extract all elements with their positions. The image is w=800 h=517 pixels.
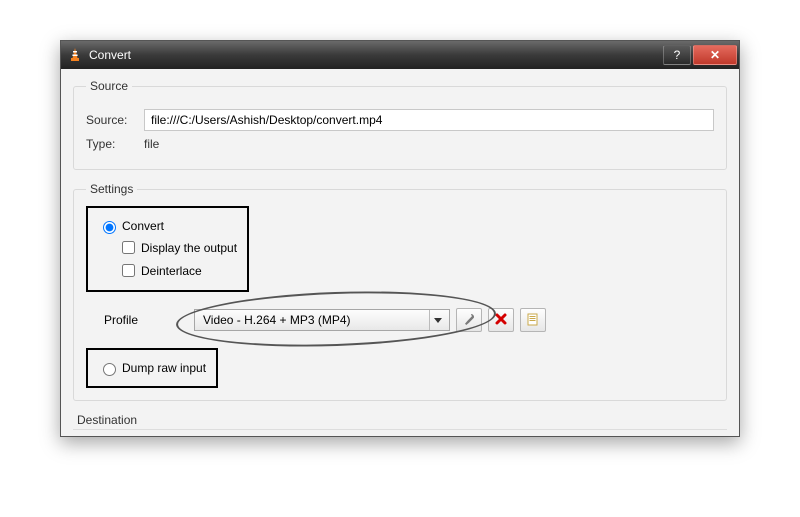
vlc-icon bbox=[67, 47, 83, 63]
close-button[interactable]: ✕ bbox=[693, 45, 737, 65]
convert-window: Convert ? ✕ Source Source: Type: file Se… bbox=[60, 40, 740, 437]
dump-raw-radio[interactable] bbox=[103, 363, 116, 376]
type-value: file bbox=[144, 137, 159, 151]
display-output-checkbox[interactable] bbox=[122, 241, 135, 254]
delete-icon bbox=[494, 312, 508, 329]
dump-raw-radio-row: Dump raw input bbox=[98, 360, 206, 376]
deinterlace-label: Deinterlace bbox=[141, 264, 202, 278]
new-profile-button[interactable] bbox=[520, 308, 546, 332]
source-group: Source Source: Type: file bbox=[73, 79, 727, 170]
window-title: Convert bbox=[89, 48, 661, 62]
type-row: Type: file bbox=[86, 137, 714, 151]
edit-profile-button[interactable] bbox=[456, 308, 482, 332]
profile-label: Profile bbox=[104, 313, 194, 327]
dump-raw-highlight-box: Dump raw input bbox=[86, 348, 218, 388]
type-label: Type: bbox=[86, 137, 144, 151]
profile-select[interactable]: Video - H.264 + MP3 (MP4) bbox=[194, 309, 450, 331]
deinterlace-row: Deinterlace bbox=[118, 261, 237, 280]
new-profile-icon bbox=[526, 312, 540, 329]
wrench-icon bbox=[462, 312, 476, 329]
deinterlace-checkbox[interactable] bbox=[122, 264, 135, 277]
convert-radio[interactable] bbox=[103, 221, 116, 234]
source-row: Source: bbox=[86, 109, 714, 131]
close-icon: ✕ bbox=[710, 48, 720, 62]
source-input[interactable] bbox=[144, 109, 714, 131]
cutoff-divider bbox=[73, 429, 727, 430]
client-area: Source Source: Type: file Settings Conve… bbox=[61, 69, 739, 436]
profile-selected-text: Video - H.264 + MP3 (MP4) bbox=[203, 313, 429, 327]
dump-raw-label: Dump raw input bbox=[122, 361, 206, 375]
source-label: Source: bbox=[86, 113, 144, 127]
delete-profile-button[interactable] bbox=[488, 308, 514, 332]
settings-group: Settings Convert Display the output Dein… bbox=[73, 182, 727, 401]
destination-legend: Destination bbox=[77, 413, 727, 427]
convert-highlight-box: Convert Display the output Deinterlace bbox=[86, 206, 249, 292]
settings-legend: Settings bbox=[86, 182, 137, 196]
chevron-down-icon bbox=[429, 310, 445, 330]
display-output-label: Display the output bbox=[141, 241, 237, 255]
help-button[interactable]: ? bbox=[663, 45, 691, 65]
source-legend: Source bbox=[86, 79, 132, 93]
profile-row: Profile Video - H.264 + MP3 (MP4) bbox=[86, 308, 714, 332]
convert-radio-row: Convert bbox=[98, 218, 237, 234]
display-output-row: Display the output bbox=[118, 238, 237, 257]
titlebar: Convert ? ✕ bbox=[61, 41, 739, 69]
convert-radio-label: Convert bbox=[122, 219, 164, 233]
help-icon: ? bbox=[674, 48, 681, 62]
